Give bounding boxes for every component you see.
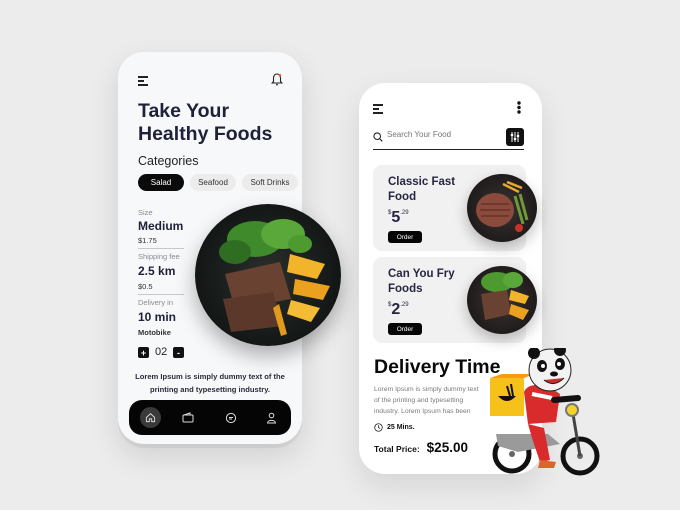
divider (138, 294, 184, 295)
description: Lorem Ipsum is simply dummy text of the … (135, 372, 285, 394)
bell-icon[interactable] (271, 72, 283, 86)
steak-fries-plate-image (467, 266, 537, 334)
food-illustration (481, 272, 529, 320)
delivery-title: Delivery Time (374, 356, 501, 378)
wallet-icon (182, 412, 193, 423)
profile-icon (266, 412, 277, 423)
size-value: Medium (138, 219, 184, 233)
hamburger-icon[interactable] (138, 76, 148, 88)
title-line-1: Take Your (138, 100, 230, 122)
category-chip-salad[interactable]: Salad (138, 174, 184, 191)
nav-chat[interactable] (222, 409, 239, 426)
delivery-value: 10 min (138, 310, 177, 324)
size-label: Size (138, 208, 153, 217)
food-price: $5.29 (388, 209, 409, 226)
search-bar[interactable] (373, 128, 524, 150)
burger-patty-plate-image (467, 174, 537, 242)
kebab-menu-icon[interactable] (517, 101, 521, 114)
total-label: Total Price: (374, 444, 420, 454)
food-illustration (476, 180, 529, 232)
size-price: $1.75 (138, 236, 157, 245)
total-value: $25.00 (426, 440, 468, 455)
divider (138, 248, 184, 249)
clock-icon (374, 423, 383, 432)
shipping-price: $0.5 (138, 282, 153, 291)
shipping-label: Shipping fee (138, 252, 180, 261)
food-price: $2.29 (388, 301, 409, 318)
food-title: Classic Fast Food (388, 176, 456, 203)
hamburger-icon[interactable] (373, 104, 383, 116)
page-title: Take Your Healthy Foods (138, 100, 272, 146)
search-input[interactable] (387, 130, 497, 139)
title-line-2: Healthy Foods (138, 123, 273, 145)
filter-button[interactable] (506, 128, 524, 146)
search-icon (373, 132, 383, 142)
category-chip-seafood[interactable]: Seafood (190, 174, 236, 191)
order-button[interactable]: Order (388, 323, 422, 335)
category-chip-soft-drinks[interactable]: Soft Drinks (242, 174, 298, 191)
time-value: 25 Mins. (387, 424, 415, 431)
nav-profile[interactable] (263, 409, 280, 426)
delivery-time: 25 Mins. (374, 423, 415, 432)
delivery-method: Motobike (138, 328, 171, 337)
panda-delivery-mascot (490, 348, 600, 476)
quantity-plus-button[interactable]: + (138, 347, 149, 358)
delivery-label: Delivery in (138, 298, 174, 307)
food-title: Can You Fry Foods (388, 268, 455, 295)
order-button[interactable]: Order (388, 231, 422, 243)
nav-wallet[interactable] (179, 409, 196, 426)
categories-label: Categories (138, 154, 199, 168)
shipping-value: 2.5 km (138, 264, 176, 278)
quantity-minus-button[interactable]: - (173, 347, 184, 358)
bottom-nav (129, 400, 291, 435)
filter-icon (510, 132, 520, 142)
nav-home[interactable] (140, 407, 161, 428)
steak-salad-plate-image (195, 204, 341, 346)
quantity-value: 02 (155, 346, 168, 358)
chat-icon (225, 412, 236, 423)
delivery-description: Lorem Ipsum is simply dummy text of the … (374, 386, 479, 415)
home-icon (145, 413, 156, 423)
total-price: Total Price: $25.00 (374, 440, 468, 455)
food-illustration (219, 219, 330, 336)
